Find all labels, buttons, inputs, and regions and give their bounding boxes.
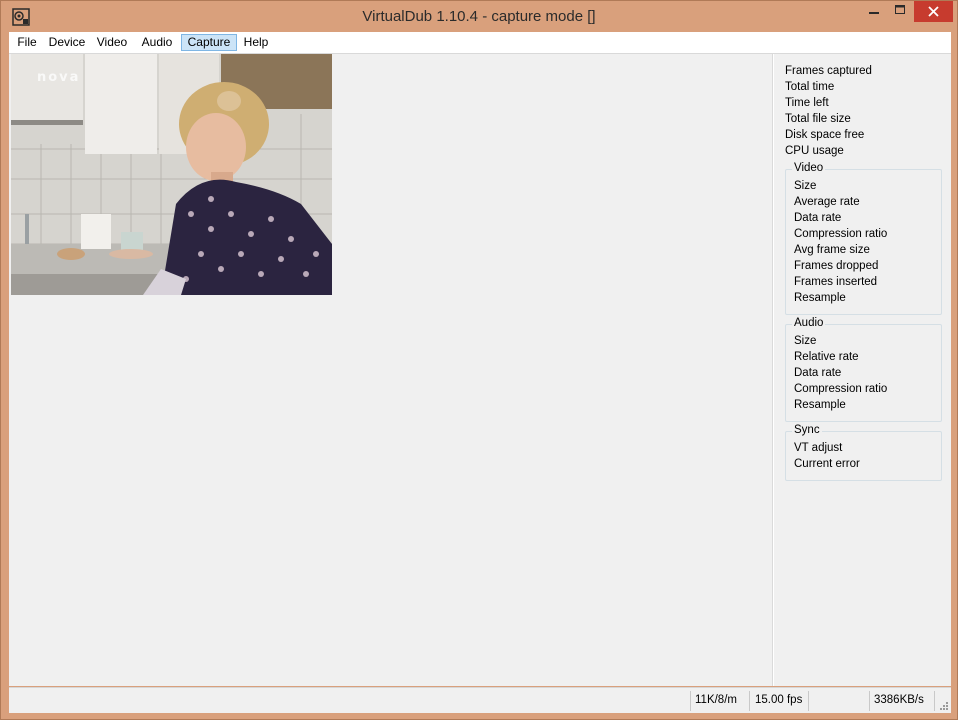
audio-stat-resample: Resample xyxy=(794,399,846,411)
sync-stats-group xyxy=(785,431,942,481)
video-stat-frames-dropped: Frames dropped xyxy=(794,260,879,272)
video-stat-data-rate: Data rate xyxy=(794,212,842,224)
status-separator xyxy=(808,691,809,711)
sync-stat-vt-adjust: VT adjust xyxy=(794,442,843,454)
menu-video[interactable]: Video xyxy=(93,34,131,51)
audio-group-title: Audio xyxy=(792,317,826,329)
menu-help[interactable]: Help xyxy=(241,34,271,51)
channel-logo: nova xyxy=(37,70,81,85)
status-fps: 15.00 fps xyxy=(755,694,803,706)
status-audio-format: 11K/8/m xyxy=(695,694,737,706)
close-button[interactable] xyxy=(914,1,953,22)
app-window: VirtualDub 1.10.4 - capture mode [] File… xyxy=(0,0,958,720)
menu-device[interactable]: Device xyxy=(45,34,89,51)
window-title: VirtualDub 1.10.4 - capture mode [] xyxy=(362,8,596,25)
status-separator xyxy=(869,691,870,711)
stat-disk-space-free: Disk space free xyxy=(785,129,865,141)
sync-stat-current-error: Current error xyxy=(794,458,860,470)
status-separator xyxy=(749,691,750,711)
audio-stat-relative-rate: Relative rate xyxy=(794,351,859,363)
resize-grip-icon[interactable] xyxy=(939,701,949,711)
video-stat-average-rate: Average rate xyxy=(794,196,860,208)
minimize-button[interactable] xyxy=(861,1,887,21)
video-stat-size: Size xyxy=(794,180,817,192)
stat-cpu-usage: CPU usage xyxy=(785,145,844,157)
close-icon xyxy=(928,6,939,17)
stat-time-left: Time left xyxy=(785,97,829,109)
video-stat-resample: Resample xyxy=(794,292,846,304)
audio-stat-size: Size xyxy=(794,335,817,347)
audio-stat-compression-ratio: Compression ratio xyxy=(794,383,888,395)
maximize-icon xyxy=(895,5,905,14)
stat-total-time: Total time xyxy=(785,81,835,93)
capture-client-area: nova Frames captured Total time Time lef… xyxy=(9,54,951,686)
video-group-title: Video xyxy=(792,162,826,174)
menu-capture[interactable]: Capture xyxy=(181,34,237,51)
video-stat-frames-inserted: Frames inserted xyxy=(794,276,878,288)
stat-total-file-size: Total file size xyxy=(785,113,851,125)
status-separator xyxy=(690,691,691,711)
maximize-button[interactable] xyxy=(887,1,913,21)
menu-bar: File Device Video Audio Capture Help xyxy=(9,32,951,54)
stat-frames-captured: Frames captured xyxy=(785,65,872,77)
preview-frame-image xyxy=(11,54,332,295)
audio-stat-data-rate: Data rate xyxy=(794,367,842,379)
status-separator xyxy=(934,691,935,711)
status-data-rate: 3386KB/s xyxy=(874,694,924,706)
video-stat-compression-ratio: Compression ratio xyxy=(794,228,888,240)
minimize-icon xyxy=(869,12,879,14)
video-stat-avg-frame-size: Avg frame size xyxy=(794,244,870,256)
panel-divider-highlight xyxy=(773,54,774,686)
status-bar: 11K/8/m 15.00 fps 3386KB/s xyxy=(9,687,951,713)
menu-file[interactable]: File xyxy=(13,34,41,51)
menu-audio[interactable]: Audio xyxy=(138,34,176,51)
video-preview: nova xyxy=(11,54,332,295)
title-bar[interactable]: VirtualDub 1.10.4 - capture mode [] xyxy=(1,1,957,33)
sync-group-title: Sync xyxy=(792,424,822,436)
